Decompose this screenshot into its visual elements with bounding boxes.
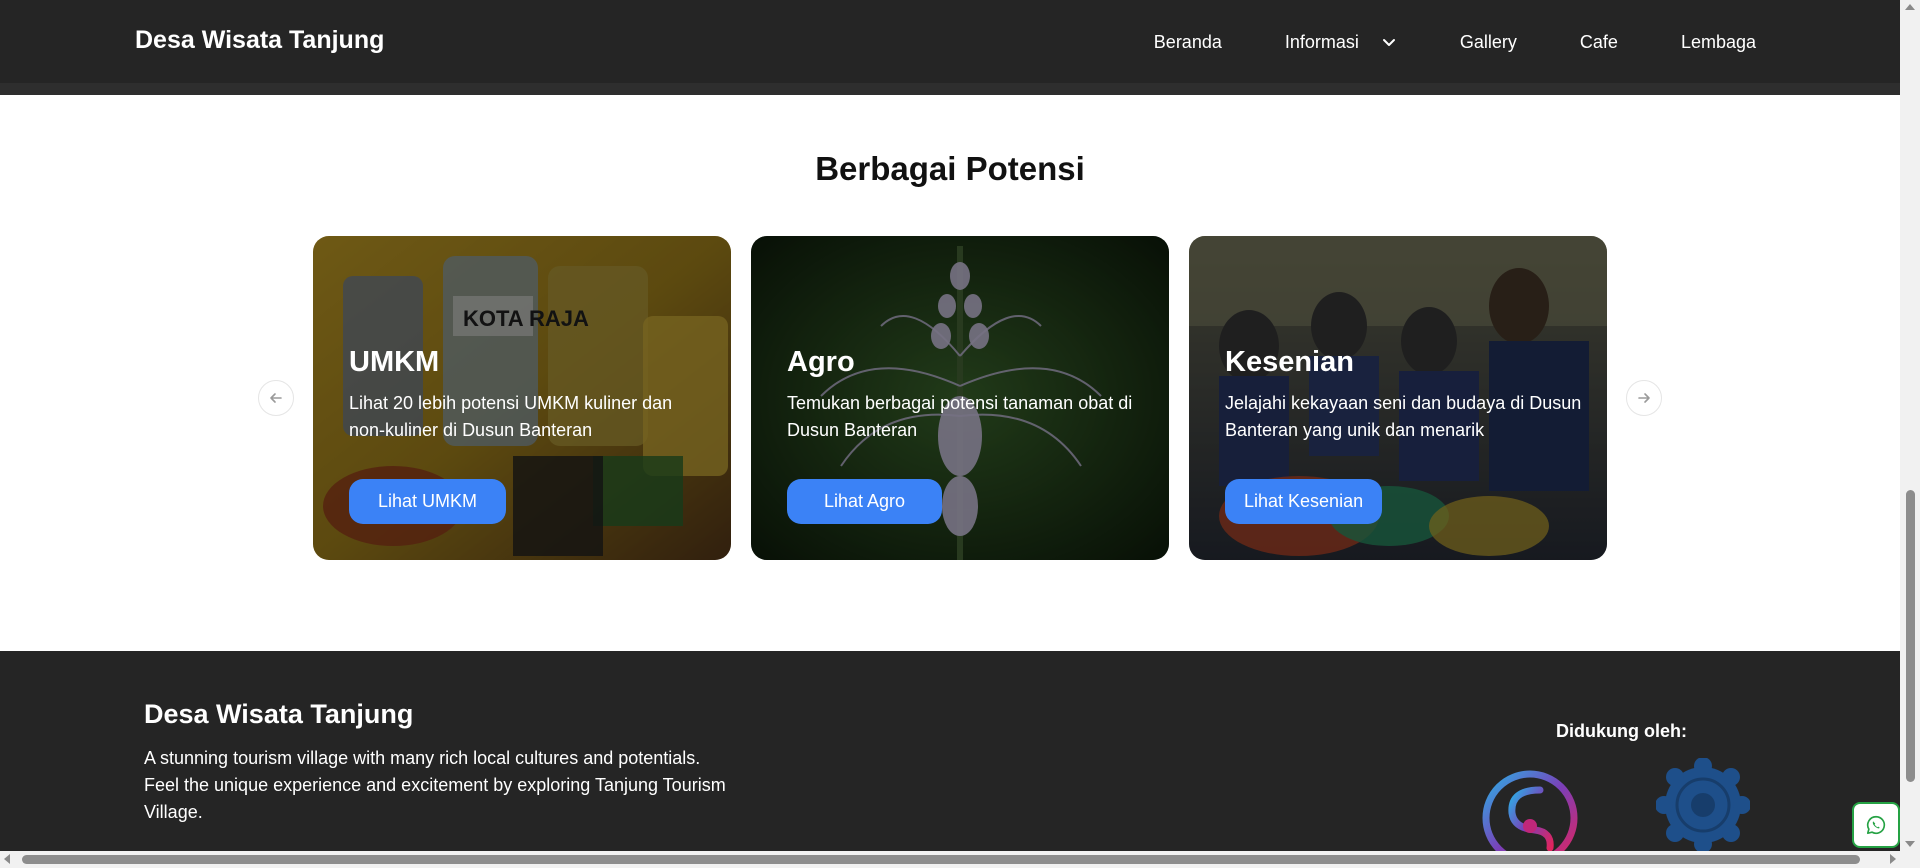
lihat-agro-button[interactable]: Lihat Agro [787,479,943,524]
scroll-left-arrow[interactable] [4,854,10,864]
lihat-kesenian-button[interactable]: Lihat Kesenian [1225,479,1383,524]
card-description: Temukan berbagai potensi tanaman obat di… [787,393,1133,440]
card-umkm: KOTA RAJA UMKM Lihat 20 lebih potensi UM… [313,236,731,560]
footer-description: A stunning tourism village with many ric… [144,748,726,822]
card-title: Agro [787,346,855,378]
nav-label: Lembaga [1680,31,1756,52]
vertical-scroll-thumb[interactable] [1906,490,1915,782]
scroll-right-arrow[interactable] [1890,854,1896,864]
scroll-up-arrow[interactable] [1905,4,1915,10]
chevron-down-icon [1382,39,1395,46]
support-label: Didukung oleh: [1556,721,1687,741]
sponsor-logo-2[interactable] [1656,758,1750,852]
nav-lembaga[interactable]: Lembaga [1681,32,1756,53]
carousel-next-button[interactable] [1626,380,1662,416]
card-kesenian: Kesenian Jelajahi kekayaan seni dan buda… [1189,236,1607,560]
vertical-scrollbar[interactable] [1900,0,1920,851]
arrow-right-icon [1638,393,1650,403]
nav-label: Informasi [1284,31,1359,52]
arrow-left-icon [270,393,282,403]
section-title: Berbagai Potensi [815,150,1085,187]
carousel-prev-button[interactable] [258,380,294,416]
nav-label: Gallery [1459,31,1517,52]
navbar: Desa Wisata Tanjung Beranda Informasi Ga… [0,0,1900,95]
card-agro: Agro Temukan berbagai potensi tanaman ob… [751,236,1169,560]
card-title: Kesenian [1225,346,1354,378]
card-title: UMKM [349,346,440,378]
card-description: Lihat 20 lebih potensi UMKM kuliner dan … [349,393,673,440]
footer: Desa Wisata Tanjung A stunning tourism v… [0,651,1900,866]
nav-informasi[interactable]: Informasi [1285,32,1397,53]
nav-cafe[interactable]: Cafe [1580,32,1618,53]
nav-gallery[interactable]: Gallery [1460,32,1517,53]
scroll-down-arrow[interactable] [1905,841,1915,847]
horizontal-scrollbar[interactable] [0,851,1920,868]
card-description: Jelajahi kekayaan seni dan budaya di Dus… [1225,393,1582,440]
horizontal-scroll-thumb[interactable] [22,855,1860,864]
nav-beranda[interactable]: Beranda [1154,32,1222,53]
main-nav: Beranda Informasi Gallery Cafe Lembaga [1154,0,1756,84]
footer-title: Desa Wisata Tanjung [144,699,414,729]
nav-label: Cafe [1579,31,1618,52]
lihat-umkm-button[interactable]: Lihat UMKM [349,479,507,524]
nav-label: Beranda [1153,31,1222,52]
whatsapp-button[interactable] [1852,802,1900,848]
whatsapp-icon [1866,815,1886,835]
brand-title[interactable]: Desa Wisata Tanjung [135,26,384,55]
